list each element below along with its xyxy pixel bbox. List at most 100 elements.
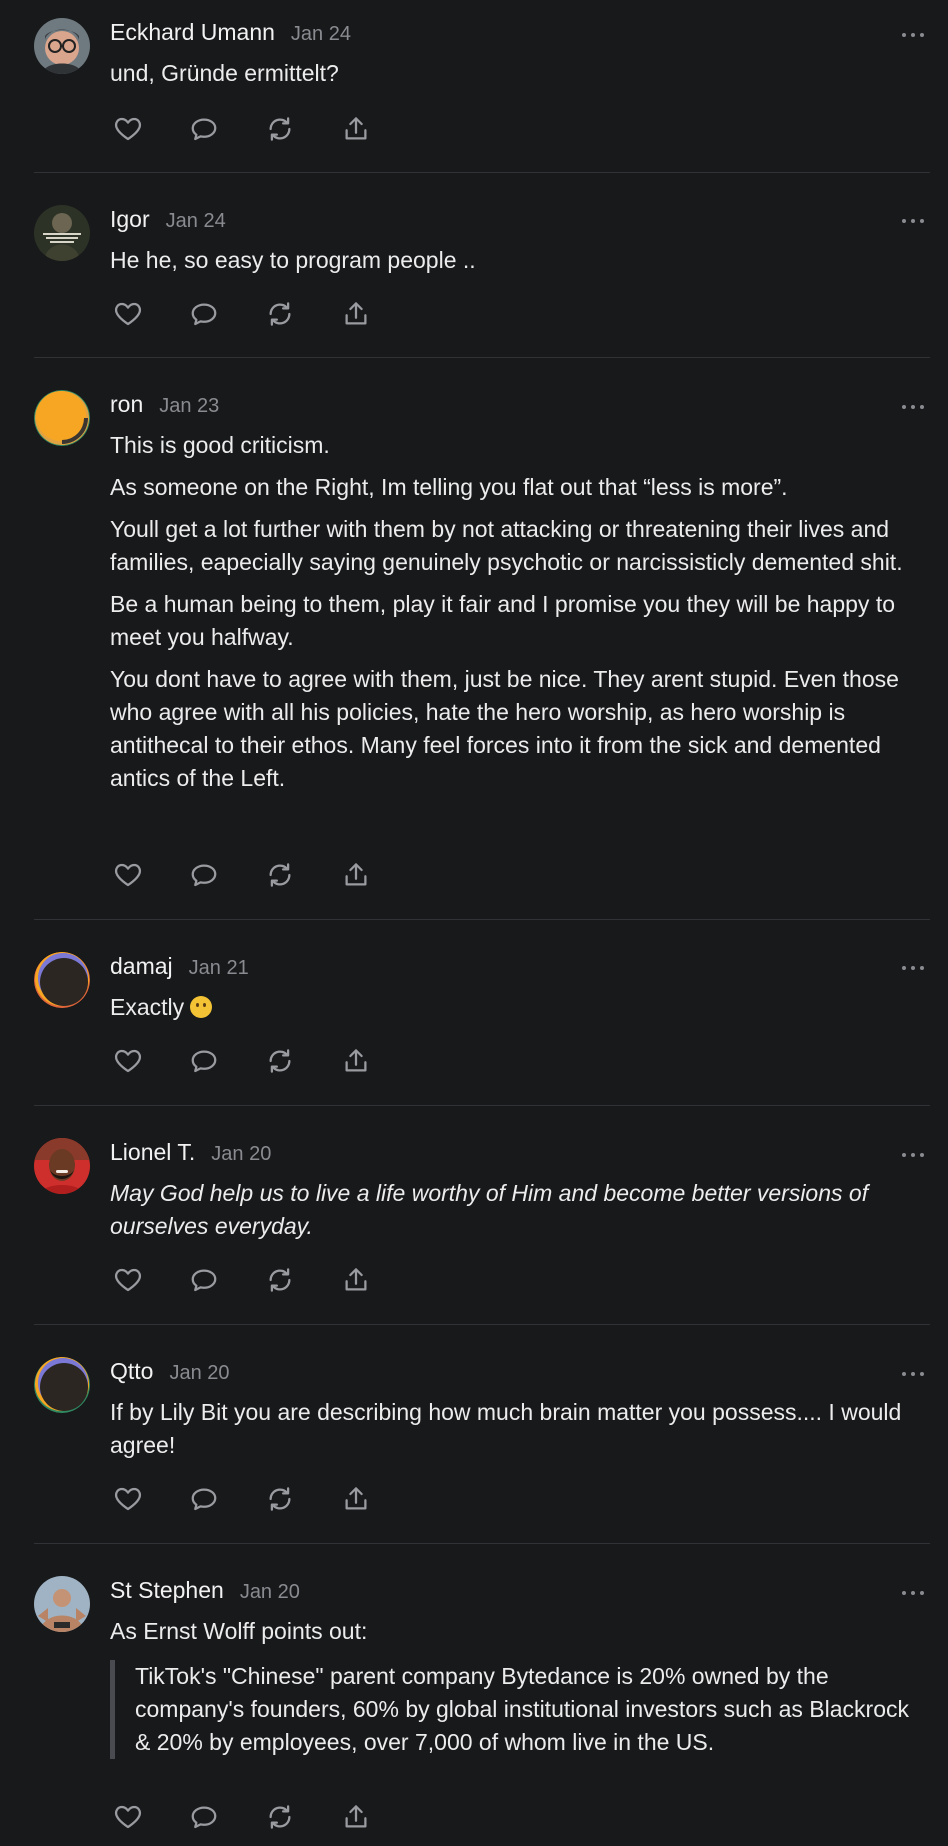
comment-body: As Ernst Wolff points out: TikTok's "Chi… bbox=[110, 1615, 924, 1759]
comment-body: This is good criticism. As someone on th… bbox=[110, 429, 924, 795]
reply-button[interactable] bbox=[186, 1481, 222, 1517]
comment: damaj Jan 21 Exactly bbox=[34, 920, 930, 1106]
comment-body: und, Gründe ermittelt? bbox=[110, 57, 924, 90]
comment-text-italic: May God help us to live a life worthy of… bbox=[110, 1180, 869, 1239]
comment: Lionel T. Jan 20 May God help us to live… bbox=[34, 1106, 930, 1325]
restack-button[interactable] bbox=[262, 1262, 298, 1298]
restack-button[interactable] bbox=[262, 1481, 298, 1517]
comment: ron Jan 23 This is good criticism. As so… bbox=[34, 358, 930, 920]
share-button[interactable] bbox=[338, 111, 374, 147]
more-options-icon[interactable] bbox=[902, 965, 924, 971]
comment-text: As Ernst Wolff points out: bbox=[110, 1618, 368, 1644]
avatar[interactable] bbox=[34, 390, 90, 446]
comment-date[interactable]: Jan 23 bbox=[159, 395, 219, 418]
avatar[interactable] bbox=[34, 1576, 90, 1632]
share-button[interactable] bbox=[338, 857, 374, 893]
reply-button[interactable] bbox=[186, 1799, 222, 1835]
comment: Igor Jan 24 He he, so easy to program pe… bbox=[34, 173, 930, 358]
heart-icon bbox=[115, 302, 141, 326]
more-options-icon[interactable] bbox=[902, 1590, 924, 1596]
more-options-icon[interactable] bbox=[902, 1152, 924, 1158]
more-options-icon[interactable] bbox=[902, 404, 924, 410]
share-button[interactable] bbox=[338, 1262, 374, 1298]
comment: Qtto Jan 20 If by Lily Bit you are descr… bbox=[34, 1325, 930, 1544]
comment-actions bbox=[110, 111, 414, 147]
avatar[interactable] bbox=[34, 205, 90, 261]
avatar[interactable] bbox=[34, 952, 90, 1008]
heart-icon bbox=[115, 1805, 141, 1829]
comment-text: You dont have to agree with them, just b… bbox=[110, 666, 899, 791]
avatar[interactable] bbox=[34, 1357, 90, 1413]
avatar[interactable] bbox=[34, 1138, 90, 1194]
restack-button[interactable] bbox=[262, 1043, 298, 1079]
more-options-icon[interactable] bbox=[902, 1371, 924, 1377]
heart-icon bbox=[115, 1049, 141, 1073]
share-icon bbox=[345, 117, 367, 140]
refresh-icon bbox=[269, 1268, 291, 1292]
author-name[interactable]: Qtto bbox=[110, 1358, 153, 1385]
restack-button[interactable] bbox=[262, 111, 298, 147]
comment-header: Igor Jan 24 bbox=[110, 206, 226, 238]
comment-actions bbox=[110, 296, 414, 332]
author-name[interactable]: Lionel T. bbox=[110, 1139, 195, 1166]
restack-button[interactable] bbox=[262, 296, 298, 332]
restack-button[interactable] bbox=[262, 857, 298, 893]
reply-button[interactable] bbox=[186, 111, 222, 147]
reply-button[interactable] bbox=[186, 296, 222, 332]
comment-header: ron Jan 23 bbox=[110, 391, 219, 423]
heart-icon bbox=[115, 1268, 141, 1292]
share-button[interactable] bbox=[338, 296, 374, 332]
comment-header: St Stephen Jan 20 bbox=[110, 1577, 300, 1609]
like-button[interactable] bbox=[110, 1799, 146, 1835]
share-icon bbox=[345, 1487, 367, 1510]
share-icon bbox=[345, 302, 367, 325]
heart-icon bbox=[115, 117, 141, 141]
speech-bubble-icon bbox=[191, 303, 217, 326]
like-button[interactable] bbox=[110, 1481, 146, 1517]
refresh-icon bbox=[269, 1049, 291, 1073]
comment-date[interactable]: Jan 24 bbox=[166, 210, 226, 233]
like-button[interactable] bbox=[110, 1262, 146, 1298]
like-button[interactable] bbox=[110, 1043, 146, 1079]
speech-bubble-icon bbox=[191, 1806, 217, 1829]
author-name[interactable]: ron bbox=[110, 391, 143, 418]
speech-bubble-icon bbox=[191, 864, 217, 887]
share-icon bbox=[345, 1049, 367, 1072]
avatar[interactable] bbox=[34, 18, 90, 74]
comment-header: Eckhard Umann Jan 24 bbox=[110, 19, 351, 51]
restack-button[interactable] bbox=[262, 1799, 298, 1835]
reply-button[interactable] bbox=[186, 857, 222, 893]
author-name[interactable]: Igor bbox=[110, 206, 150, 233]
comment-date[interactable]: Jan 20 bbox=[240, 1581, 300, 1604]
like-button[interactable] bbox=[110, 296, 146, 332]
comment-text: This is good criticism. bbox=[110, 432, 330, 458]
reply-button[interactable] bbox=[186, 1043, 222, 1079]
more-options-icon[interactable] bbox=[902, 32, 924, 38]
share-button[interactable] bbox=[338, 1043, 374, 1079]
refresh-icon bbox=[269, 863, 291, 887]
comment-body: Exactly bbox=[110, 991, 924, 1024]
comment-body: If by Lily Bit you are describing how mu… bbox=[110, 1396, 924, 1462]
share-icon bbox=[345, 1268, 367, 1291]
comment-date[interactable]: Jan 24 bbox=[291, 23, 351, 46]
like-button[interactable] bbox=[110, 111, 146, 147]
share-button[interactable] bbox=[338, 1799, 374, 1835]
comment-date[interactable]: Jan 20 bbox=[211, 1143, 271, 1166]
like-button[interactable] bbox=[110, 857, 146, 893]
comment-actions bbox=[110, 1481, 414, 1517]
comment-text: If by Lily Bit you are describing how mu… bbox=[110, 1399, 902, 1458]
comment-date[interactable]: Jan 21 bbox=[189, 957, 249, 980]
reply-button[interactable] bbox=[186, 1262, 222, 1298]
speech-bubble-icon bbox=[191, 1050, 217, 1073]
comment-text: Be a human being to them, play it fair a… bbox=[110, 591, 895, 650]
author-name[interactable]: St Stephen bbox=[110, 1577, 224, 1604]
comment-date[interactable]: Jan 20 bbox=[169, 1362, 229, 1385]
refresh-icon bbox=[269, 117, 291, 141]
refresh-icon bbox=[269, 1487, 291, 1511]
author-name[interactable]: damaj bbox=[110, 953, 173, 980]
author-name[interactable]: Eckhard Umann bbox=[110, 19, 275, 46]
heart-icon bbox=[115, 863, 141, 887]
share-button[interactable] bbox=[338, 1481, 374, 1517]
more-options-icon[interactable] bbox=[902, 218, 924, 224]
speech-bubble-icon bbox=[191, 118, 217, 141]
